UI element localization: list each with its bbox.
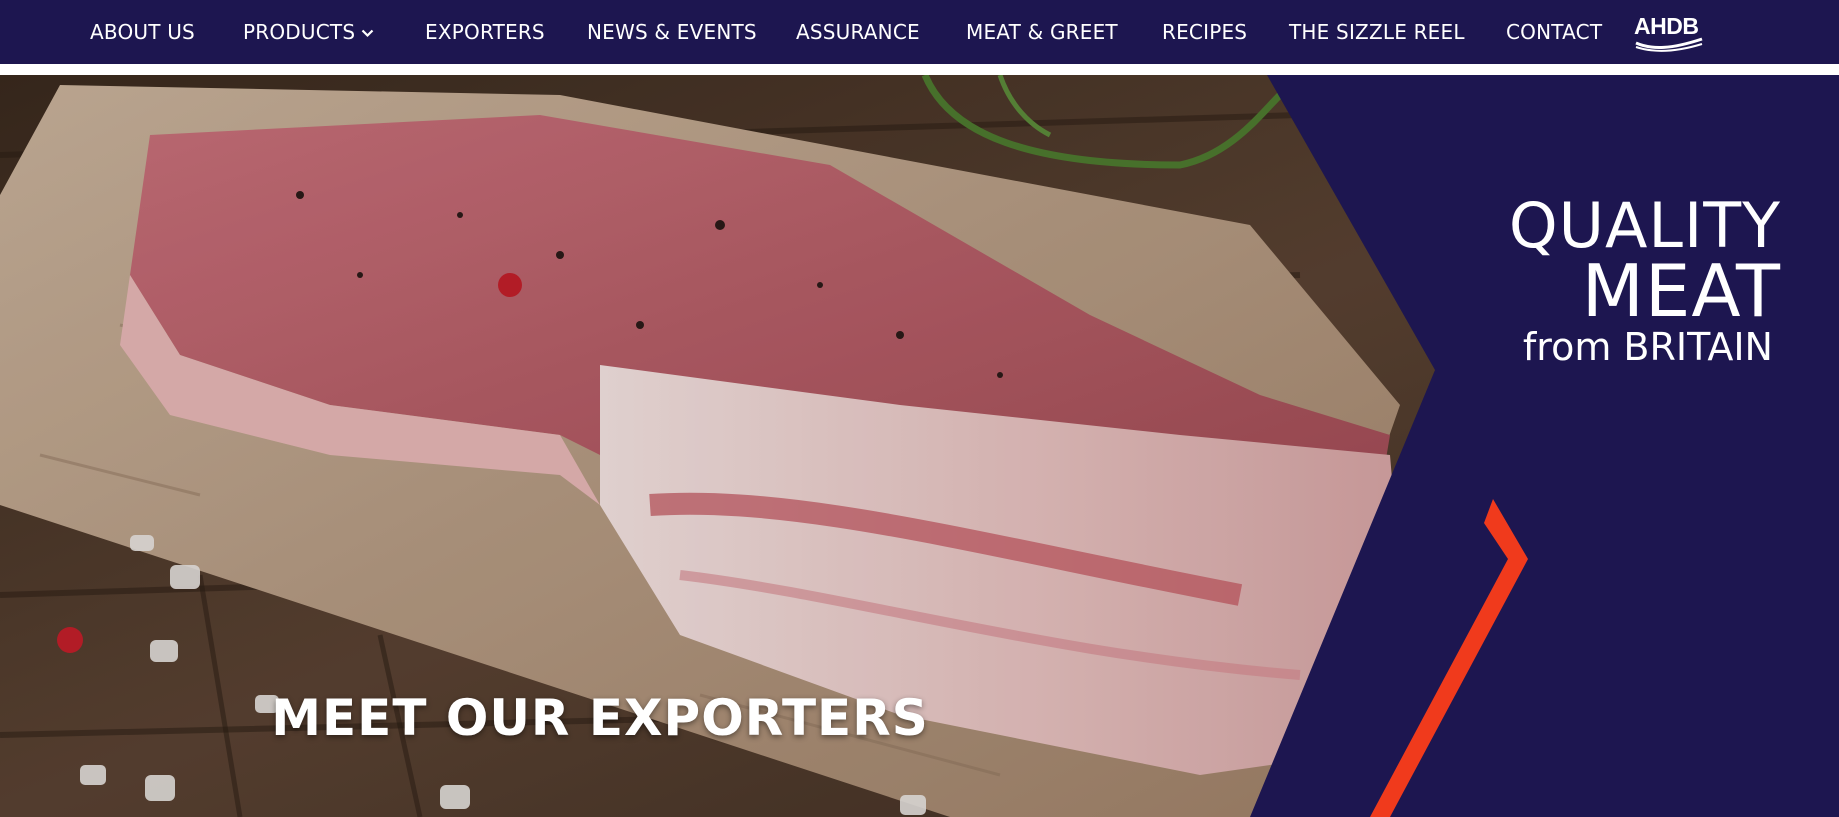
quality-meat-from-britain-logo: QUALITY MEAT from BRITAIN [1421, 189, 1781, 370]
ahdb-swoosh-icon [1635, 37, 1703, 52]
nav-products-label: PRODUCTS [243, 20, 356, 44]
hero-banner: MEET OUR EXPORTERS QUALITY MEAT from BRI… [0, 75, 1839, 817]
hero-title: MEET OUR EXPORTERS [271, 688, 929, 747]
nav-meat-and-greet[interactable]: MEAT & GREET [966, 18, 1118, 46]
top-navigation-bar: ABOUT US PRODUCTS EXPORTERS NEWS & EVENT… [0, 0, 1839, 64]
logo-line-from-britain: from BRITAIN [1522, 325, 1773, 369]
nav-contact[interactable]: CONTACT [1506, 18, 1602, 46]
nav-about-us[interactable]: ABOUT US [90, 18, 195, 46]
logo-line-quality: QUALITY [1508, 189, 1781, 262]
ahdb-logo[interactable]: AHDB [1634, 14, 1706, 52]
header-divider [0, 64, 1839, 75]
nav-assurance[interactable]: ASSURANCE [796, 18, 920, 46]
nav-news-events[interactable]: NEWS & EVENTS [587, 18, 757, 46]
chevron-down-icon [361, 29, 374, 38]
logo-line-meat: MEAT [1581, 249, 1781, 333]
nav-exporters[interactable]: EXPORTERS [425, 18, 545, 46]
nav-products[interactable]: PRODUCTS [243, 18, 374, 46]
ahdb-logo-text: AHDB [1634, 13, 1699, 39]
nav-the-sizzle-reel[interactable]: THE SIZZLE REEL [1289, 18, 1465, 46]
nav-recipes[interactable]: RECIPES [1162, 18, 1247, 46]
